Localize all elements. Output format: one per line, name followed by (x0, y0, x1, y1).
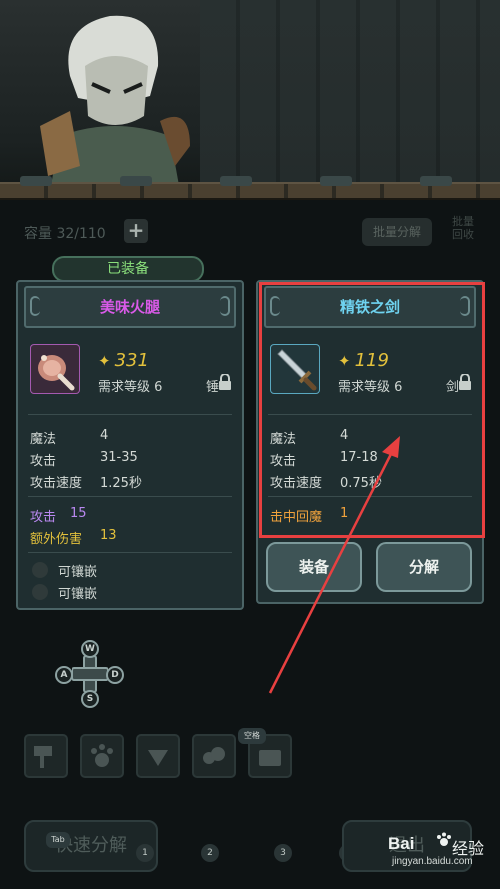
watermark-url: jingyan.baidu.com (392, 856, 473, 867)
baidu-watermark: Bai 经验 jingyan.baidu.com (388, 832, 494, 884)
equipped-item-card: 美味火腿 ✦ 331 需求等级 6 锤 魔法 4 攻击 31-35 攻击速度 1.… (16, 280, 244, 610)
baidu-paw-icon (437, 832, 451, 846)
lock-icon[interactable] (218, 374, 232, 390)
ornament-icon (220, 296, 230, 316)
key-d: D (106, 666, 124, 684)
shelf-ornament (20, 176, 52, 186)
dpad-icon (72, 656, 108, 692)
bonus-value: 15 (70, 506, 87, 521)
batch-decompose-button[interactable]: 批量分解 (362, 218, 432, 246)
space-key-hint: 空格 (238, 728, 266, 744)
socket-icon (32, 562, 48, 578)
hammer-icon (34, 746, 52, 768)
slot-3-key[interactable]: 3 (274, 844, 292, 862)
socket-label: 可镶嵌 (58, 565, 98, 580)
divider (28, 552, 232, 553)
bonus-label: 额外伤害 (30, 532, 83, 547)
ham-icon (30, 344, 80, 394)
stat-value: 31-35 (100, 450, 138, 465)
slot-2-key[interactable]: 2 (201, 844, 219, 862)
item-title: 美味火腿 (24, 286, 236, 328)
equip-button[interactable]: 装备 (266, 542, 362, 592)
inventory-topbar: 容量 32/110 + 批量分解 批量 回收 (0, 215, 500, 249)
annotation-highlight-box (259, 282, 485, 538)
stat-label: 攻击 (30, 454, 57, 469)
expand-capacity-button[interactable]: + (124, 219, 148, 243)
socket-icon (32, 584, 48, 600)
equipped-tag: 已装备 (52, 256, 204, 282)
stat-value: 4 (100, 428, 109, 443)
ornament-icon (30, 296, 40, 316)
ore-icon (203, 747, 225, 764)
weapon-filter[interactable] (24, 734, 68, 778)
batch-recycle-button[interactable]: 批量 回收 (448, 215, 478, 241)
shelf-ornament (120, 176, 152, 186)
key-s: S (81, 690, 99, 708)
shelf-ornament (220, 176, 252, 186)
background-wall (200, 0, 500, 185)
key-w: W (81, 640, 99, 658)
item-price: ✦ 331 (98, 350, 149, 371)
shelf-ornament (420, 176, 452, 186)
shelf-ornament (320, 176, 352, 186)
item-name: 美味火腿 (99, 298, 160, 316)
bonus-label: 攻击 (30, 510, 57, 525)
stat-value: 1.25秒 (100, 476, 142, 491)
slot-1-key[interactable]: 1 (136, 844, 154, 862)
watermark-logo: Bai (388, 834, 415, 853)
decompose-button[interactable]: 分解 (376, 542, 472, 592)
divider (28, 414, 232, 415)
character-scene (0, 0, 500, 200)
bonus-value: 13 (100, 528, 117, 543)
gem-filter[interactable] (136, 734, 180, 778)
gem-icon (148, 750, 168, 766)
coin-icon: ✦ (98, 352, 111, 370)
socket-label: 可镶嵌 (58, 587, 98, 602)
dpad-hint: W A D S (50, 640, 130, 710)
stat-label: 攻击速度 (30, 476, 83, 491)
required-level: 需求等级 6 (98, 380, 163, 395)
stat-label: 魔法 (30, 432, 57, 447)
key-a: A (55, 666, 73, 684)
capacity-label: 容量 32/110 (24, 226, 106, 242)
hero-portrait (40, 15, 190, 191)
pet-filter[interactable] (80, 734, 124, 778)
paw-icon (91, 744, 113, 767)
divider (28, 496, 232, 497)
material-filter[interactable] (192, 734, 236, 778)
tab-key-hint: Tab (46, 832, 70, 848)
